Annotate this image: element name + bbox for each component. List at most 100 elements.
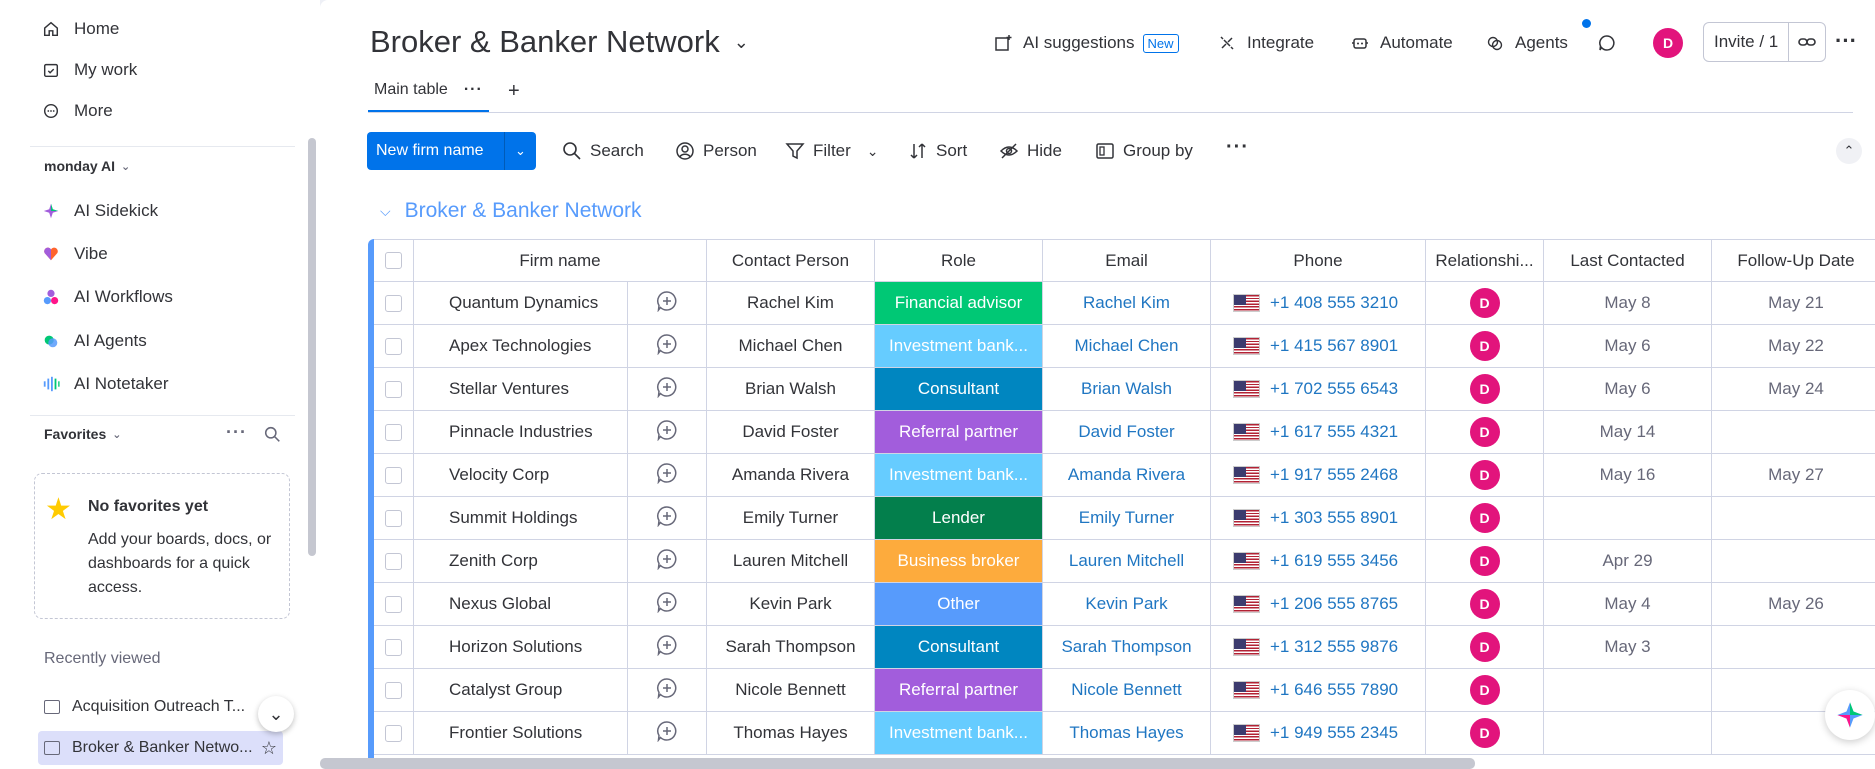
row-select-cell[interactable] bbox=[374, 540, 414, 583]
sidebar-item-ai-notetaker[interactable]: AI Notetaker bbox=[40, 367, 169, 401]
select-all-checkbox[interactable] bbox=[385, 252, 402, 269]
phone-number[interactable]: +1 303 555 8901 bbox=[1270, 508, 1398, 528]
filter-button[interactable]: Filter ⌄ bbox=[785, 138, 879, 164]
favorites-toggle[interactable]: Favorites ⌄ bbox=[44, 426, 121, 442]
new-item-button[interactable]: New firm name ⌄ bbox=[367, 132, 536, 170]
integrate-button[interactable]: Integrate bbox=[1217, 30, 1314, 56]
row-select-cell[interactable] bbox=[374, 411, 414, 454]
column-header[interactable]: Email bbox=[1043, 239, 1211, 282]
phone-number[interactable]: +1 917 555 2468 bbox=[1270, 465, 1398, 485]
sidebar-item-vibe[interactable]: Vibe bbox=[40, 237, 108, 271]
toolbar-more-icon[interactable]: ··· bbox=[1226, 136, 1249, 159]
role-status-cell[interactable]: Consultant bbox=[875, 626, 1043, 669]
select-all-cell[interactable] bbox=[374, 239, 414, 282]
email-link[interactable]: Brian Walsh bbox=[1043, 368, 1211, 411]
search-button[interactable]: Search bbox=[562, 138, 644, 164]
sidebar-item-ai-agents[interactable]: AI Agents bbox=[40, 324, 147, 358]
contact-person-cell[interactable]: Thomas Hayes bbox=[707, 712, 875, 755]
row-checkbox[interactable] bbox=[385, 681, 402, 699]
sidebar-item-my-work[interactable]: My work bbox=[40, 53, 137, 87]
phone-number[interactable]: +1 619 555 3456 bbox=[1270, 551, 1398, 571]
last-contacted-cell[interactable] bbox=[1544, 497, 1712, 540]
firm-name-cell[interactable]: Frontier Solutions bbox=[414, 712, 628, 755]
recent-item-active[interactable]: Broker & Banker Netwo... ☆ bbox=[38, 731, 283, 765]
user-avatar[interactable]: D bbox=[1653, 28, 1683, 58]
sidebar-item-more[interactable]: More bbox=[40, 94, 113, 128]
row-select-cell[interactable] bbox=[374, 282, 414, 325]
relationship-owner-cell[interactable]: D bbox=[1426, 626, 1544, 669]
email-link[interactable]: Kevin Park bbox=[1043, 583, 1211, 626]
phone-cell[interactable]: +1 917 555 2468 bbox=[1211, 454, 1426, 497]
firm-name-cell[interactable]: Horizon Solutions bbox=[414, 626, 628, 669]
ai-assistant-button[interactable] bbox=[1825, 690, 1875, 740]
column-header[interactable]: Last Contacted bbox=[1544, 239, 1712, 282]
recent-item[interactable]: Acquisition Outreach T... bbox=[44, 690, 289, 724]
add-update-button[interactable] bbox=[628, 282, 707, 325]
row-checkbox[interactable] bbox=[385, 466, 402, 484]
chevron-down-icon[interactable]: ⌵ bbox=[380, 203, 391, 220]
automate-button[interactable]: Automate bbox=[1350, 30, 1453, 56]
role-status-cell[interactable]: Investment bank... bbox=[875, 454, 1043, 497]
follow-up-date-cell[interactable]: May 22 bbox=[1712, 325, 1875, 368]
column-header[interactable]: Phone bbox=[1211, 239, 1426, 282]
add-view-button[interactable]: + bbox=[508, 80, 520, 103]
row-checkbox[interactable] bbox=[385, 552, 402, 570]
role-status-cell[interactable]: Investment bank... bbox=[875, 325, 1043, 368]
add-update-button[interactable] bbox=[628, 368, 707, 411]
row-select-cell[interactable] bbox=[374, 669, 414, 712]
follow-up-date-cell[interactable] bbox=[1712, 497, 1875, 540]
email-link[interactable]: Sarah Thompson bbox=[1043, 626, 1211, 669]
table-row[interactable]: Velocity Corp Amanda Rivera Investment ban… bbox=[374, 454, 1875, 497]
phone-cell[interactable]: +1 949 555 2345 bbox=[1211, 712, 1426, 755]
email-link[interactable]: Michael Chen bbox=[1043, 325, 1211, 368]
relationship-owner-cell[interactable]: D bbox=[1426, 325, 1544, 368]
role-status-cell[interactable]: Other bbox=[875, 583, 1043, 626]
horizontal-scrollbar[interactable] bbox=[320, 758, 1475, 769]
add-update-button[interactable] bbox=[628, 583, 707, 626]
firm-name-cell[interactable]: Pinnacle Industries bbox=[414, 411, 628, 454]
row-select-cell[interactable] bbox=[374, 368, 414, 411]
add-update-button[interactable] bbox=[628, 712, 707, 755]
contact-person-cell[interactable]: Sarah Thompson bbox=[707, 626, 875, 669]
updates-button[interactable] bbox=[1597, 30, 1627, 56]
add-update-button[interactable] bbox=[628, 411, 707, 454]
chevron-down-icon[interactable]: ⌄ bbox=[504, 132, 536, 170]
contact-person-cell[interactable]: Michael Chen bbox=[707, 325, 875, 368]
role-status-cell[interactable]: Lender bbox=[875, 497, 1043, 540]
firm-name-cell[interactable]: Velocity Corp bbox=[414, 454, 628, 497]
table-row[interactable]: Quantum Dynamics Rachel Kim Financial advi… bbox=[374, 282, 1875, 325]
relationship-owner-cell[interactable]: D bbox=[1426, 712, 1544, 755]
person-filter-button[interactable]: Person bbox=[675, 138, 757, 164]
follow-up-date-cell[interactable]: May 21 bbox=[1712, 282, 1875, 325]
table-row[interactable]: Catalyst Group Nicole Bennett Referral par… bbox=[374, 669, 1875, 712]
phone-cell[interactable]: +1 619 555 3456 bbox=[1211, 540, 1426, 583]
follow-up-date-cell[interactable]: May 24 bbox=[1712, 368, 1875, 411]
email-link[interactable]: David Foster bbox=[1043, 411, 1211, 454]
row-checkbox[interactable] bbox=[385, 337, 402, 355]
follow-up-date-cell[interactable] bbox=[1712, 540, 1875, 583]
row-select-cell[interactable] bbox=[374, 712, 414, 755]
firm-name-cell[interactable]: Stellar Ventures bbox=[414, 368, 628, 411]
role-status-cell[interactable]: Consultant bbox=[875, 368, 1043, 411]
table-row[interactable]: Nexus Global Kevin Park Other Kevin Park +1 … bbox=[374, 583, 1875, 626]
sidebar-scrollbar[interactable] bbox=[308, 138, 316, 556]
table-row[interactable]: Horizon Solutions Sarah Thompson Consultan… bbox=[374, 626, 1875, 669]
row-select-cell[interactable] bbox=[374, 497, 414, 540]
row-checkbox[interactable] bbox=[385, 423, 402, 441]
row-checkbox[interactable] bbox=[385, 595, 402, 613]
email-link[interactable]: Thomas Hayes bbox=[1043, 712, 1211, 755]
relationship-owner-cell[interactable]: D bbox=[1426, 282, 1544, 325]
contact-person-cell[interactable]: Amanda Rivera bbox=[707, 454, 875, 497]
column-header[interactable]: Follow-Up Date bbox=[1712, 239, 1875, 282]
last-contacted-cell[interactable]: May 3 bbox=[1544, 626, 1712, 669]
firm-name-cell[interactable]: Zenith Corp bbox=[414, 540, 628, 583]
row-checkbox[interactable] bbox=[385, 638, 402, 656]
search-icon[interactable] bbox=[264, 426, 281, 448]
column-header[interactable]: Role bbox=[875, 239, 1043, 282]
last-contacted-cell[interactable] bbox=[1544, 669, 1712, 712]
phone-number[interactable]: +1 206 555 8765 bbox=[1270, 594, 1398, 614]
last-contacted-cell[interactable]: Apr 29 bbox=[1544, 540, 1712, 583]
hide-button[interactable]: Hide bbox=[999, 138, 1062, 164]
phone-cell[interactable]: +1 206 555 8765 bbox=[1211, 583, 1426, 626]
follow-up-date-cell[interactable]: May 26 bbox=[1712, 583, 1875, 626]
